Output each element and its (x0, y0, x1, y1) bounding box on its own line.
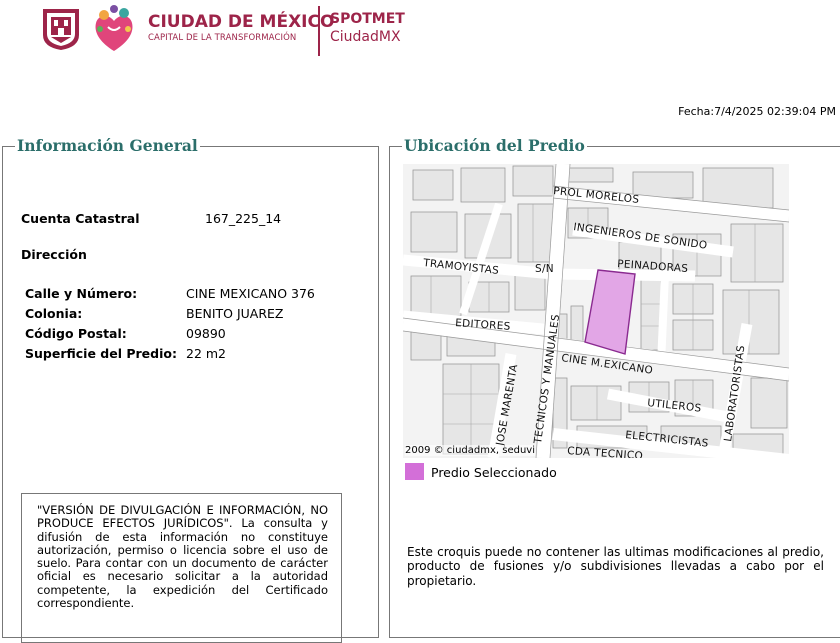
brand-subtitle: CAPITAL DE LA TRANSFORMACIÓN (148, 33, 297, 43)
street-label-sn: S/N (535, 263, 554, 275)
cuenta-label: Cuenta Catastral (21, 211, 140, 226)
date-stamp: Fecha:7/4/2025 02:39:04 PM (678, 105, 836, 118)
general-info-legend: Información General (15, 136, 200, 155)
page-header: CIUDAD DE MÉXICO CAPITAL DE LA TRANSFORM… (0, 0, 840, 62)
heart-logo-icon (95, 5, 133, 51)
selected-parcel-swatch (405, 463, 424, 480)
app-name: SPOTMET (330, 11, 405, 27)
superficie-label: Superficie del Predio: (25, 346, 177, 361)
general-info-panel: Información General Cuenta Catastral 167… (2, 136, 379, 643)
direccion-label: Dirección (21, 247, 87, 262)
cdmx-crest-icon (43, 9, 79, 50)
colonia-label: Colonia: (25, 306, 83, 321)
calle-value: CINE MEXICANO 376 (186, 286, 315, 301)
calle-label: Calle y Número: (25, 286, 138, 301)
cp-label: Código Postal: (25, 326, 127, 341)
cp-value: 09890 (186, 326, 226, 341)
colonia-value: BENITO JUAREZ (186, 306, 284, 321)
location-panel: Ubicación del Predio PROL MORELOS INGENI… (389, 136, 840, 638)
map-disclaimer-note: Este croquis puede no contener las ultim… (407, 545, 824, 588)
map-svg: PROL MORELOS INGENIEROS DE SONIDO PEINAD… (403, 164, 789, 458)
map-copyright: 2009 © ciudadmx, seduvi (405, 445, 536, 456)
map-legend-label: Predio Seleccionado (431, 465, 557, 480)
location-legend: Ubicación del Predio (402, 136, 587, 155)
disclaimer-box: "VERSIÓN DE DIVULGACIÓN E INFORMACIÓN, N… (21, 493, 342, 643)
superficie-value: 22 m2 (186, 346, 227, 361)
brand-title: CIUDAD DE MÉXICO (148, 12, 335, 32)
app-subname: CiudadMX (330, 29, 401, 45)
cuenta-value: 167_225_14 (205, 211, 282, 226)
brand-divider (318, 6, 320, 56)
location-map[interactable]: PROL MORELOS INGENIEROS DE SONIDO PEINAD… (403, 164, 789, 458)
